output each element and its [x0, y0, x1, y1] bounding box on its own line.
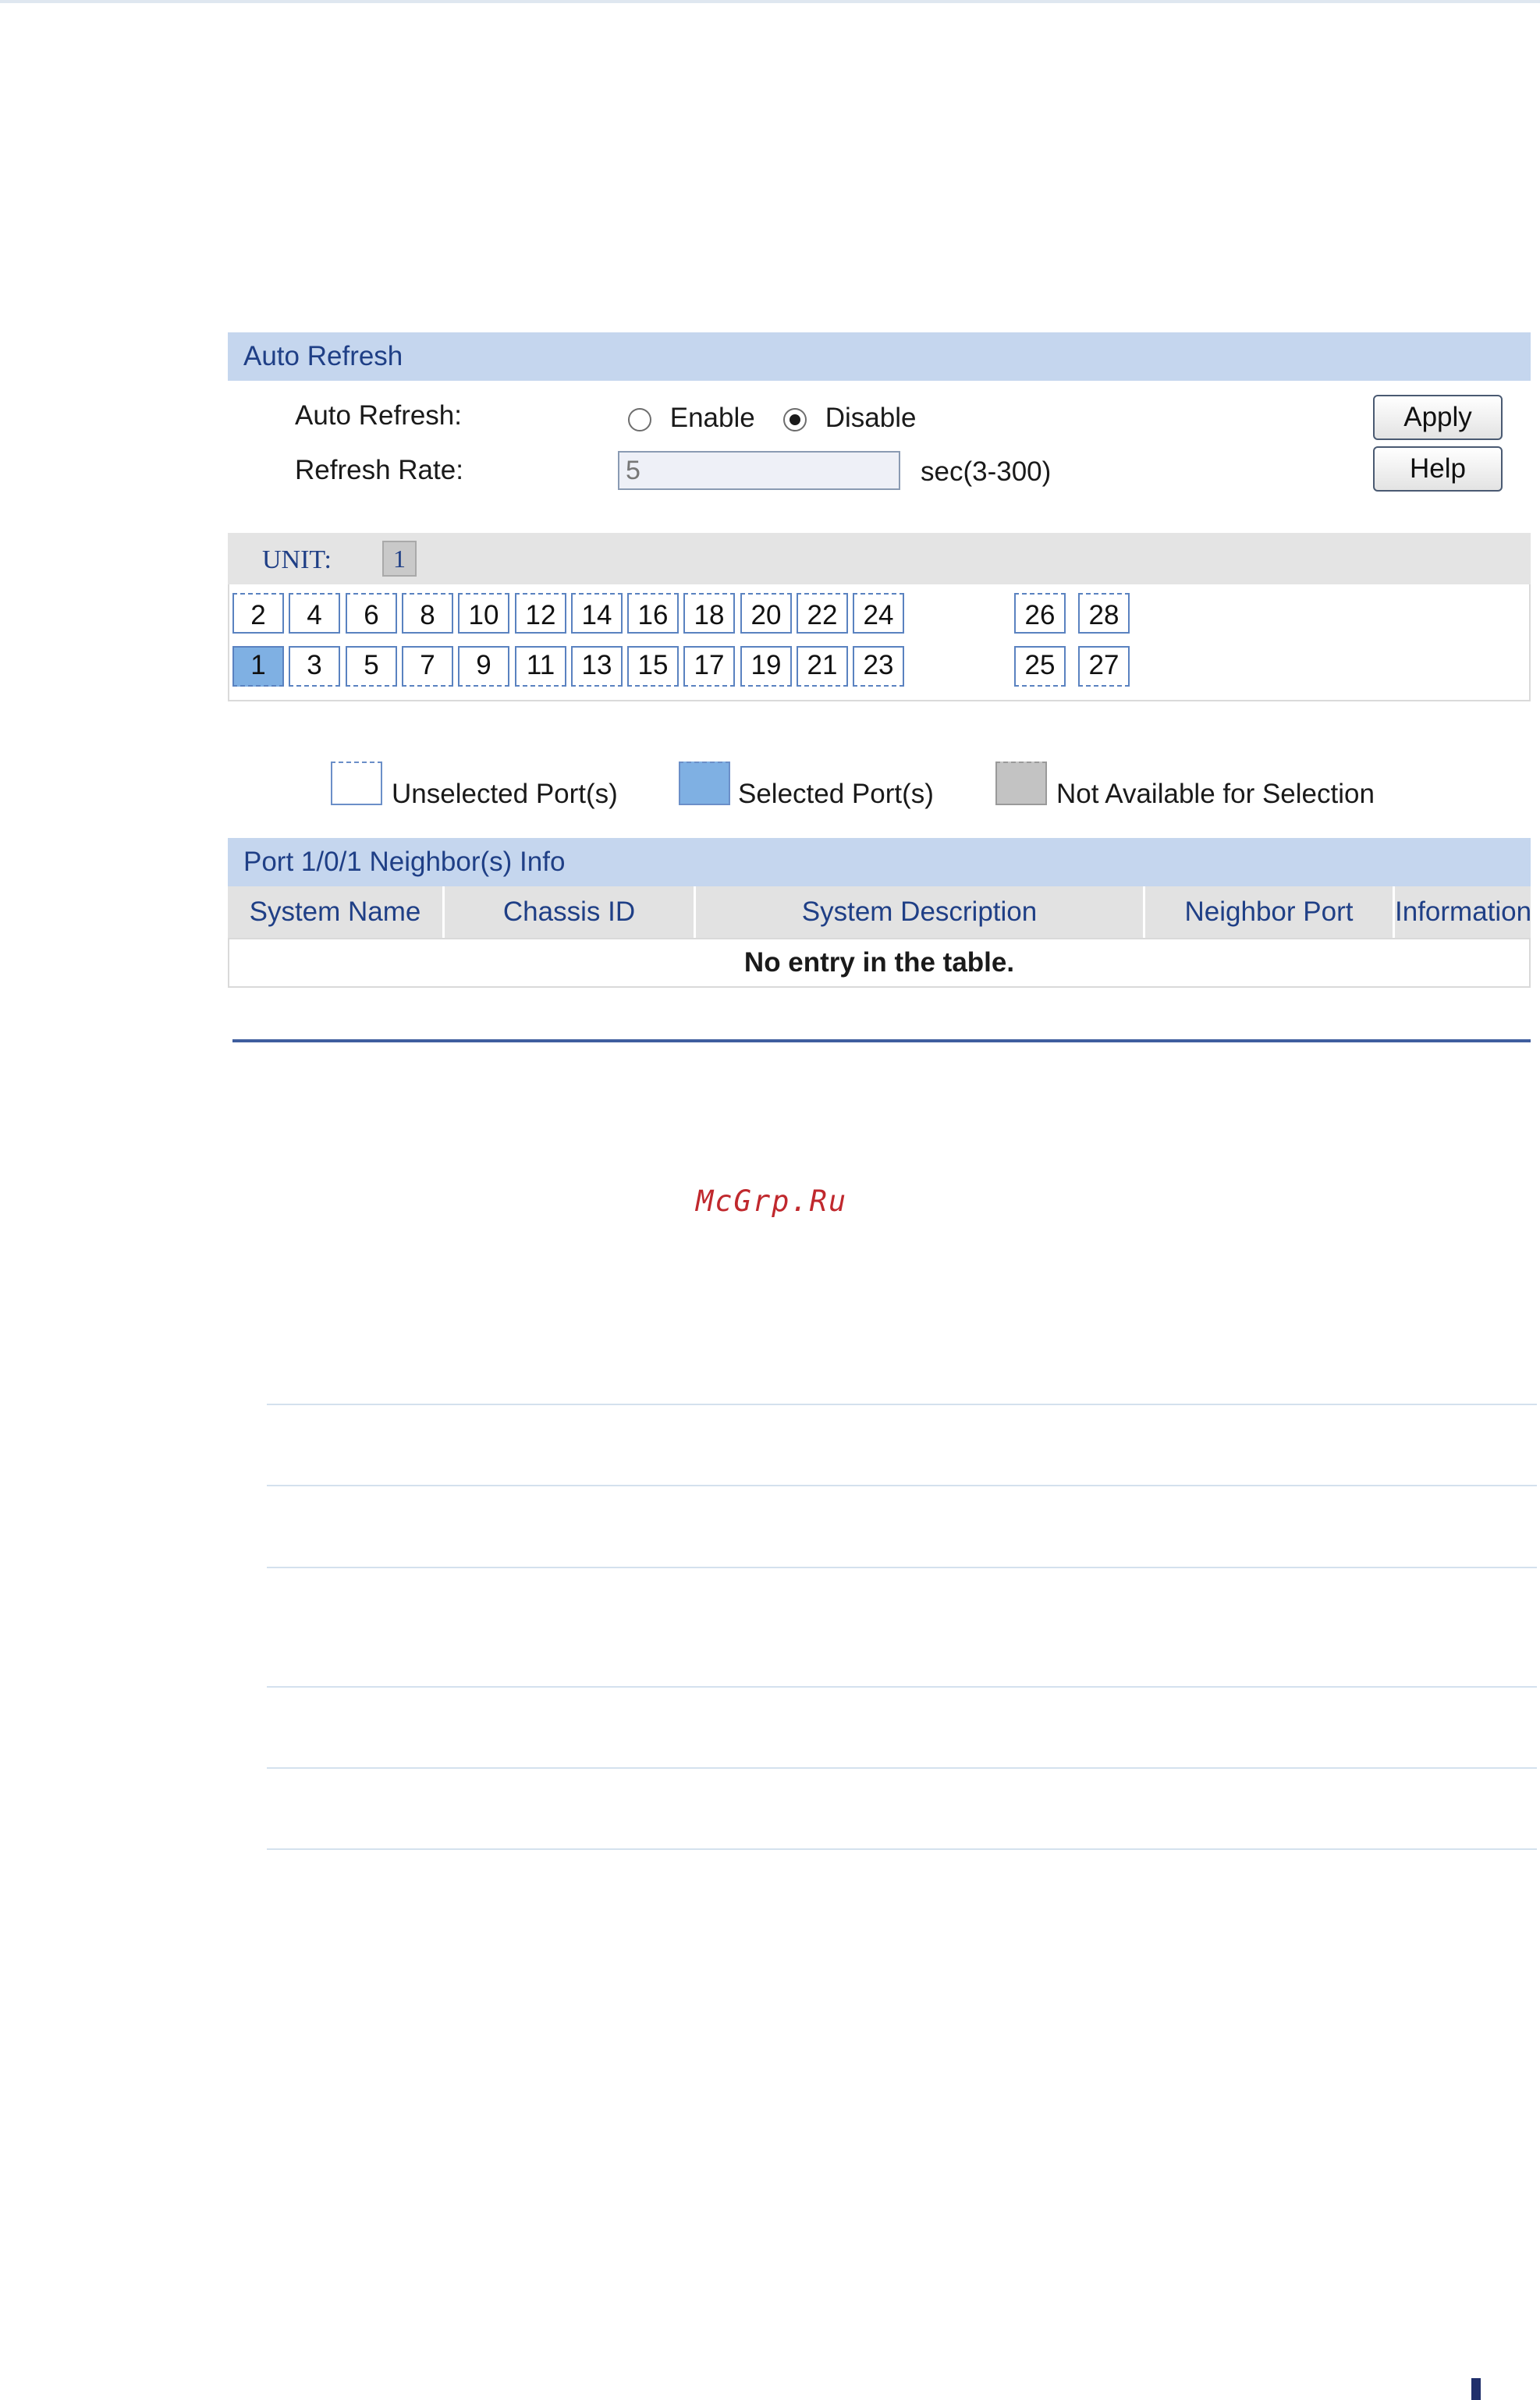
selected-port-swatch [679, 762, 730, 805]
port-18[interactable]: 18 [683, 593, 735, 634]
auto-refresh-label: Auto Refresh: [295, 400, 462, 431]
refresh-rate-hint: sec(3-300) [921, 456, 1052, 487]
watermark: McGrp.Ru [696, 1184, 848, 1218]
port-12[interactable]: 12 [515, 593, 566, 634]
table-header-row: System Name Chassis ID System Descriptio… [228, 886, 1531, 938]
port-28[interactable]: 28 [1078, 593, 1130, 634]
neighbor-info-table: Port 1/0/1 Neighbor(s) Info System Name … [228, 838, 1531, 988]
unit-selector[interactable]: 1 [382, 541, 417, 577]
top-rule [0, 0, 1540, 3]
disable-option[interactable]: Disable [783, 403, 916, 434]
legend-unselected: Unselected Port(s) [392, 779, 618, 809]
auto-refresh-header: Auto Refresh [228, 332, 1531, 381]
port-20[interactable]: 20 [740, 593, 792, 634]
port-4[interactable]: 4 [289, 593, 340, 634]
column-chassis-id: Chassis ID [445, 886, 696, 938]
legend-selected: Selected Port(s) [738, 779, 934, 809]
port-7[interactable]: 7 [402, 646, 453, 687]
divider-line [267, 1485, 1537, 1486]
enable-option[interactable]: Enable [628, 403, 755, 434]
page-corner-mark [1471, 2378, 1481, 2400]
divider-line [267, 1404, 1537, 1405]
port-22[interactable]: 22 [797, 593, 848, 634]
legend-not-available: Not Available for Selection [1056, 779, 1375, 809]
port-15[interactable]: 15 [627, 646, 679, 687]
apply-button[interactable]: Apply [1373, 395, 1503, 440]
port-23[interactable]: 23 [853, 646, 904, 687]
port-6[interactable]: 6 [346, 593, 397, 634]
unit-label: UNIT: [262, 545, 332, 574]
column-neighbor-port: Neighbor Port [1145, 886, 1395, 938]
port-24[interactable]: 24 [853, 593, 904, 634]
disable-radio[interactable] [783, 407, 807, 431]
port-19[interactable]: 19 [740, 646, 792, 687]
port-27[interactable]: 27 [1078, 646, 1130, 687]
empty-table-message: No entry in the table. [228, 938, 1531, 988]
port-16[interactable]: 16 [627, 593, 679, 634]
enable-radio[interactable] [628, 407, 651, 431]
port-2[interactable]: 2 [232, 593, 284, 634]
neighbor-info-header: Port 1/0/1 Neighbor(s) Info [228, 838, 1531, 886]
auto-refresh-panel: Auto Refresh [228, 332, 1531, 381]
section-divider [232, 1039, 1531, 1042]
port-26[interactable]: 26 [1014, 593, 1066, 634]
divider-line [267, 1686, 1537, 1688]
refresh-rate-input[interactable] [618, 451, 900, 490]
port-10[interactable]: 10 [458, 593, 509, 634]
column-system-name: System Name [228, 886, 445, 938]
refresh-rate-label: Refresh Rate: [295, 455, 463, 485]
port-13[interactable]: 13 [571, 646, 623, 687]
divider-line [267, 1567, 1537, 1568]
unit-bar: UNIT: 1 [228, 533, 1531, 584]
unavailable-port-swatch [995, 762, 1047, 805]
port-14[interactable]: 14 [571, 593, 623, 634]
unselected-port-swatch [331, 762, 382, 805]
column-system-description: System Description [696, 886, 1145, 938]
port-17[interactable]: 17 [683, 646, 735, 687]
port-9[interactable]: 9 [458, 646, 509, 687]
port-3[interactable]: 3 [289, 646, 340, 687]
enable-label: Enable [669, 403, 755, 433]
disable-label: Disable [825, 403, 917, 433]
port-21[interactable]: 21 [797, 646, 848, 687]
divider-line [267, 1767, 1537, 1769]
port-5[interactable]: 5 [346, 646, 397, 687]
port-1[interactable]: 1 [232, 646, 284, 687]
port-25[interactable]: 25 [1014, 646, 1066, 687]
column-information: Information [1395, 886, 1531, 938]
port-11[interactable]: 11 [515, 646, 566, 687]
help-button[interactable]: Help [1373, 446, 1503, 492]
port-8[interactable]: 8 [402, 593, 453, 634]
divider-line [267, 1848, 1537, 1850]
